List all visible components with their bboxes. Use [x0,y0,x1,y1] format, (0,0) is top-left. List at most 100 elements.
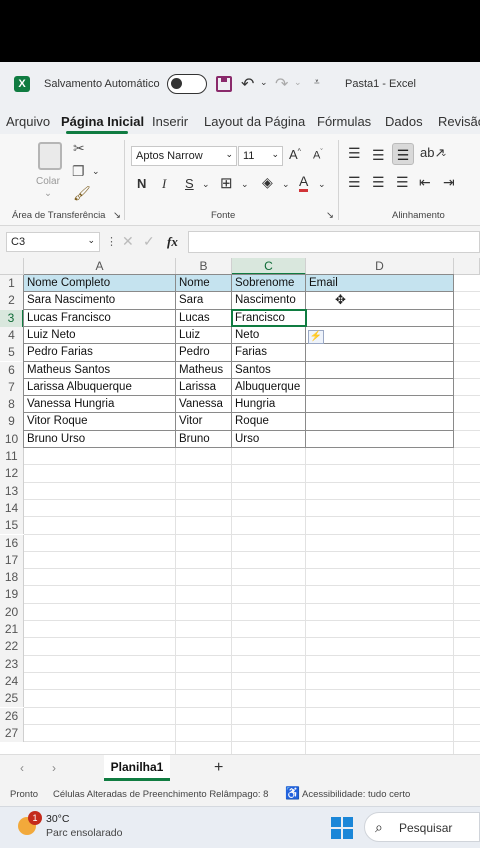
table-cell[interactable] [306,310,454,327]
table-cell[interactable] [176,673,232,690]
save-icon[interactable] [216,76,232,92]
format-painter-icon[interactable]: 🖌 [73,185,91,202]
table-cell[interactable] [24,569,176,586]
table-cell[interactable] [176,552,232,569]
table-cell[interactable] [24,690,176,707]
paste-label[interactable]: Colar [36,176,60,187]
align-center-icon[interactable]: ☰ [372,174,385,191]
table-cell[interactable] [306,362,454,379]
table-cell[interactable] [24,656,176,673]
table-cell[interactable] [176,725,232,742]
table-cell[interactable] [306,327,454,344]
row-header[interactable]: 17 [0,551,24,570]
row-header[interactable]: 10 [0,430,24,448]
active-cell-selection[interactable] [231,308,307,327]
table-cell[interactable] [306,535,454,552]
table-cell[interactable] [232,483,306,500]
table-cell[interactable]: Albuquerque [232,379,306,396]
table-cell[interactable] [24,621,176,638]
redo-dropdown-icon[interactable]: ⌄ [294,77,302,88]
formula-input[interactable] [188,231,480,253]
row-header[interactable]: 4 [0,326,24,345]
row-header[interactable]: 5 [0,344,24,362]
table-cell[interactable]: Neto [232,327,306,344]
table-cell[interactable]: Luiz [176,327,232,344]
table-cell[interactable]: Farias [232,344,306,361]
table-cell[interactable] [232,621,306,638]
column-header-a[interactable]: A [24,258,176,275]
tab-pagina-inicial[interactable]: Página Inicial [61,114,144,129]
align-middle-icon[interactable]: ☰ [372,147,385,164]
table-cell[interactable] [24,552,176,569]
table-cell[interactable] [24,465,176,482]
table-cell[interactable] [24,483,176,500]
row-header[interactable]: 27 [0,724,24,743]
table-cell[interactable] [306,552,454,569]
cancel-icon[interactable]: ✕ [122,233,134,250]
table-cell[interactable] [306,396,454,413]
fill-color-dropdown-icon[interactable]: ⌄ [282,179,290,190]
row-header[interactable]: 8 [0,396,24,414]
customize-toolbar-icon[interactable]: ⩡ [314,77,320,88]
row-header[interactable]: 14 [0,499,24,518]
table-cell[interactable]: Santos [232,362,306,379]
column-header-e[interactable] [454,258,480,275]
table-cell[interactable]: Vitor [176,413,232,430]
undo-icon[interactable]: ↶ [241,74,254,94]
table-cell[interactable]: Pedro Farias [24,344,176,361]
table-cell[interactable]: Sara [176,292,232,309]
table-cell[interactable] [306,604,454,621]
table-cell[interactable] [232,673,306,690]
table-cell[interactable]: Bruno [176,431,232,448]
table-cell[interactable]: Vanessa [176,396,232,413]
taskbar-search[interactable]: ⌕ Pesquisar [364,812,480,842]
row-header[interactable]: 22 [0,638,24,656]
insert-function-icon[interactable]: fx [167,234,178,250]
table-cell[interactable] [232,535,306,552]
table-cell[interactable] [306,517,454,534]
table-cell[interactable] [306,344,454,361]
row-header[interactable]: 11 [0,448,24,466]
table-cell[interactable] [24,448,176,465]
row-header[interactable]: 2 [0,292,24,310]
header-cell[interactable]: Email [306,275,454,293]
tab-inserir[interactable]: Inserir [152,114,188,129]
table-cell[interactable] [306,500,454,517]
column-header-c[interactable]: C [232,258,306,275]
table-cell[interactable]: Larissa [176,379,232,396]
bold-icon[interactable]: N [137,176,146,191]
table-cell[interactable] [176,586,232,603]
decrease-indent-icon[interactable]: ⇤ [419,174,431,191]
table-cell[interactable] [176,483,232,500]
table-cell[interactable] [306,586,454,603]
row-header[interactable]: 18 [0,569,24,587]
paste-icon[interactable] [38,142,62,170]
table-cell[interactable]: Pedro [176,344,232,361]
table-cell[interactable]: Sara Nascimento [24,292,176,309]
table-cell[interactable]: Urso [232,431,306,448]
redo-icon[interactable]: ↷ [275,74,288,94]
weather-condition[interactable]: Parc ensolarado [46,827,122,839]
table-cell[interactable]: Vanessa Hungria [24,396,176,413]
borders-dropdown-icon[interactable]: ⌄ [241,179,249,190]
table-cell[interactable] [306,708,454,725]
table-cell[interactable] [24,604,176,621]
table-cell[interactable] [176,690,232,707]
table-cell[interactable] [306,379,454,396]
weather-temperature[interactable]: 30°C [46,813,69,825]
worksheet-grid[interactable]: A B C D 1 Nome Completo Nome Sobrenome Email… [0,258,480,754]
table-cell[interactable] [24,708,176,725]
row-header[interactable]: 23 [0,655,24,673]
row-header[interactable]: 13 [0,482,24,500]
status-accessibility[interactable]: Acessibilidade: tudo certo [302,789,410,800]
italic-icon[interactable]: I [162,176,166,192]
font-color-dropdown-icon[interactable]: ⌄ [318,179,326,190]
row-header[interactable]: 6 [0,361,24,379]
table-cell[interactable] [306,292,454,309]
table-cell[interactable] [232,465,306,482]
copy-dropdown-icon[interactable]: ⌄ [92,166,100,177]
dialog-launcher-icon[interactable]: ↘ [326,210,334,221]
table-cell[interactable]: Lucas [176,310,232,327]
table-cell[interactable] [176,604,232,621]
table-cell[interactable] [24,535,176,552]
